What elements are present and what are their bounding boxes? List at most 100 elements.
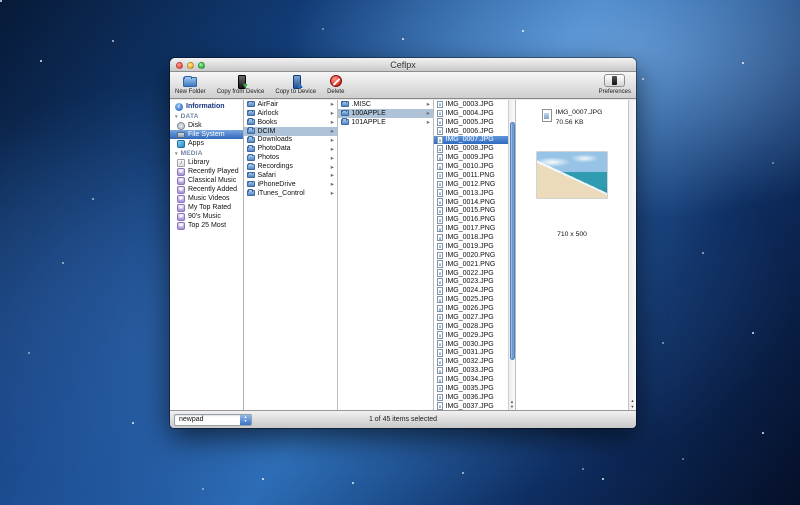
file-row[interactable]: IMG_0007.JPG: [434, 135, 508, 145]
toolbar-button[interactable]: Delete: [326, 73, 345, 97]
image-file-icon: [437, 358, 443, 366]
file-row[interactable]: IMG_0029.JPG: [434, 331, 508, 340]
file-row[interactable]: IMG_0016.PNG: [434, 215, 508, 224]
sidebar-item[interactable]: Music Videos: [170, 194, 243, 203]
toolbar-button[interactable]: Copy from Device: [216, 73, 266, 97]
folder-icon: [247, 162, 255, 170]
folder-row[interactable]: DCIM: [244, 126, 337, 136]
file-row[interactable]: IMG_0005.JPG: [434, 118, 508, 127]
folder-row[interactable]: AirFair: [244, 100, 337, 109]
toolbar-button[interactable]: New Folder: [174, 73, 207, 97]
file-list-scrollbar[interactable]: [508, 100, 515, 410]
image-file-icon: [437, 322, 443, 331]
folder-row[interactable]: PhotoData: [244, 144, 337, 153]
sidebar-section-media[interactable]: MEDIA: [170, 149, 243, 158]
toolbar-right-group: Preferences: [598, 73, 632, 97]
folder-row[interactable]: Safari: [244, 171, 337, 180]
sidebar-item[interactable]: My Top Rated: [170, 203, 243, 212]
sidebar-item[interactable]: Recently Added: [170, 185, 243, 194]
file-row[interactable]: IMG_0020.PNG: [434, 251, 508, 260]
file-row[interactable]: IMG_0003.JPG: [434, 100, 508, 109]
image-file-icon: [437, 340, 443, 348]
file-row[interactable]: IMG_0022.JPG: [434, 269, 508, 278]
file-row[interactable]: IMG_0014.PNG: [434, 198, 508, 207]
close-button[interactable]: [176, 61, 183, 69]
sidebar-item[interactable]: Top 25 Most: [170, 221, 243, 230]
toolbar-button[interactable]: Copy to Device: [274, 73, 317, 97]
file-column-wrap: IMG_0003.JPG IMG_0004.JPG IMG_0005.JPG I…: [434, 100, 516, 410]
folder-row[interactable]: Books: [244, 118, 337, 127]
file-row[interactable]: IMG_0025.JPG: [434, 295, 508, 304]
folder-row[interactable]: Photos: [244, 153, 337, 162]
device-name: newpad: [179, 416, 204, 423]
image-file-icon: [437, 260, 443, 268]
preferences-button[interactable]: Preferences: [598, 73, 632, 97]
image-file-icon: [437, 180, 443, 189]
file-row[interactable]: IMG_0032.JPG: [434, 357, 508, 366]
playlist-icon: [177, 167, 185, 176]
sidebar-item[interactable]: Disk: [170, 121, 243, 130]
folder-row[interactable]: Recordings: [244, 162, 337, 171]
file-row[interactable]: IMG_0024.JPG: [434, 286, 508, 295]
window-scrollbar[interactable]: [628, 100, 636, 410]
file-row[interactable]: IMG_0033.JPG: [434, 366, 508, 375]
file-row[interactable]: IMG_0008.JPG: [434, 144, 508, 153]
preview-pane: IMG_0007.JPG 70.56 KB 710 x 500: [516, 100, 628, 410]
info-icon: [175, 102, 183, 111]
sidebar-item[interactable]: Classical Music: [170, 176, 243, 185]
zoom-button[interactable]: [198, 61, 205, 69]
folder-row[interactable]: .MISC: [338, 100, 433, 109]
file-row[interactable]: IMG_0021.PNG: [434, 260, 508, 269]
file-row[interactable]: IMG_0012.PNG: [434, 180, 508, 189]
device-dropdown[interactable]: newpad: [174, 413, 252, 426]
sidebar-section-data[interactable]: DATA: [170, 112, 243, 121]
sidebar-item[interactable]: Apps: [170, 139, 243, 148]
file-preview-icon: [541, 109, 552, 122]
folder-row[interactable]: 101APPLE: [338, 118, 433, 127]
traffic-lights: [176, 61, 205, 69]
titlebar[interactable]: Ceflpx: [170, 58, 636, 72]
scrollbar-thumb[interactable]: [509, 121, 515, 361]
image-file-icon: [437, 162, 443, 171]
sidebar-item[interactable]: 90's Music: [170, 212, 243, 221]
file-row[interactable]: IMG_0036.JPG: [434, 393, 508, 402]
file-row[interactable]: IMG_0028.JPG: [434, 322, 508, 331]
file-row[interactable]: IMG_0031.JPG: [434, 349, 508, 358]
dropdown-arrows-icon: [240, 414, 251, 425]
image-file-icon: [437, 109, 443, 118]
image-file-icon: [437, 100, 443, 109]
folder-row[interactable]: iPhoneDrive: [244, 180, 337, 189]
sidebar-item-information[interactable]: Information: [170, 102, 243, 111]
file-row[interactable]: IMG_0018.JPG: [434, 233, 508, 242]
sidebar-item[interactable]: File System: [170, 130, 243, 139]
folder-row[interactable]: Airlock: [244, 109, 337, 118]
app-window: Ceflpx New Folder Copy from Device: [170, 58, 636, 428]
file-row[interactable]: IMG_0037.JPG: [434, 402, 508, 410]
folder-row[interactable]: Downloads: [244, 136, 337, 145]
image-file-icon: [437, 207, 443, 215]
file-row[interactable]: IMG_0013.JPG: [434, 189, 508, 198]
file-row[interactable]: IMG_0026.JPG: [434, 304, 508, 313]
file-row[interactable]: IMG_0015.PNG: [434, 207, 508, 216]
image-file-icon: [437, 251, 443, 260]
file-row[interactable]: IMG_0034.JPG: [434, 375, 508, 384]
file-row[interactable]: IMG_0004.JPG: [434, 109, 508, 118]
sidebar-item[interactable]: Library: [170, 158, 243, 167]
file-row[interactable]: IMG_0010.JPG: [434, 162, 508, 171]
file-row[interactable]: IMG_0017.PNG: [434, 224, 508, 233]
image-file-icon: [437, 118, 443, 126]
file-row[interactable]: IMG_0019.JPG: [434, 242, 508, 251]
sidebar-item[interactable]: Recently Played: [170, 167, 243, 176]
file-row[interactable]: IMG_0011.PNG: [434, 171, 508, 180]
file-row[interactable]: IMG_0035.JPG: [434, 384, 508, 393]
image-file-icon: [437, 269, 443, 277]
folder-row[interactable]: iTunes_Control: [244, 189, 337, 198]
file-row[interactable]: IMG_0006.JPG: [434, 127, 508, 136]
file-row[interactable]: IMG_0023.JPG: [434, 278, 508, 287]
minimize-button[interactable]: [187, 61, 194, 69]
file-row[interactable]: IMG_0030.JPG: [434, 340, 508, 349]
file-row[interactable]: IMG_0009.JPG: [434, 153, 508, 162]
image-file-icon: [437, 331, 443, 339]
folder-row[interactable]: 100APPLE: [338, 108, 433, 118]
file-row[interactable]: IMG_0027.JPG: [434, 313, 508, 322]
